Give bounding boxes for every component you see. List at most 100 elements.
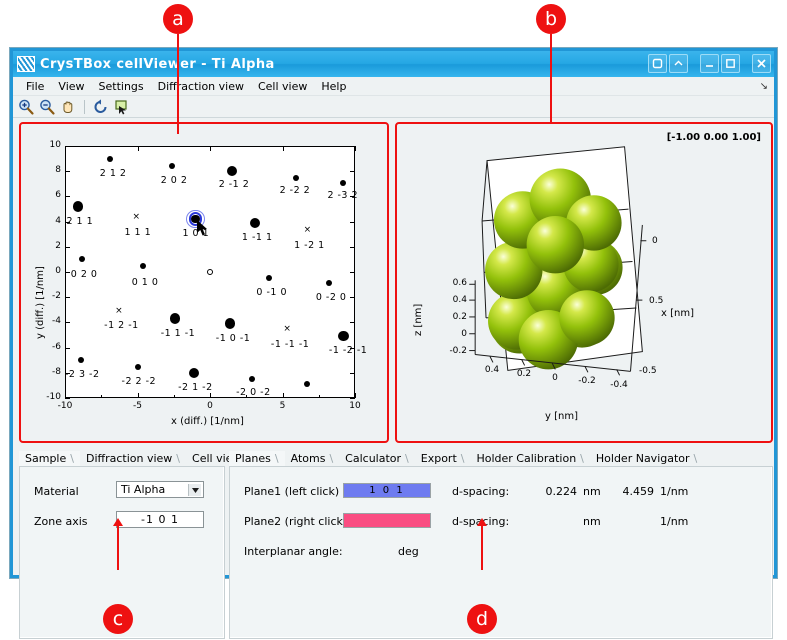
tab-holder-calibration[interactable]: Holder Calibration \ xyxy=(470,451,589,466)
diffraction-x-axis-label: x (diff.) [1/nm] xyxy=(171,416,244,427)
data-cursor-icon[interactable] xyxy=(113,98,131,116)
callout-d: d xyxy=(467,518,497,634)
plane1-dspacing-nm-value: 0.224 xyxy=(545,485,578,498)
y-axis-tick xyxy=(65,196,70,198)
diffraction-xmark: × xyxy=(115,305,123,316)
z-axis-tick-label: -0.2 xyxy=(449,346,467,356)
tab-divider: \ xyxy=(693,452,698,465)
menu-settings[interactable]: Settings xyxy=(92,79,151,94)
y-axis-tick xyxy=(350,322,355,324)
diffraction-spot-label: 0 -2 0 xyxy=(315,292,347,304)
callout-d-stem xyxy=(481,524,483,570)
tab-planes-label: Planes xyxy=(235,452,271,465)
tab-diffraction-view[interactable]: Diffraction view \ xyxy=(80,451,186,466)
menu-help[interactable]: Help xyxy=(314,79,353,94)
plane2-color-swatch[interactable] xyxy=(343,513,431,528)
material-label: Material xyxy=(34,485,79,498)
reset-view-icon[interactable] xyxy=(92,98,110,116)
menu-cell-view[interactable]: Cell view xyxy=(251,79,314,94)
tab-planes[interactable]: Planes \ xyxy=(229,451,285,466)
minimize-button[interactable] xyxy=(700,54,719,73)
y-axis-tick-label: 0 xyxy=(55,266,61,276)
rollup-button[interactable] xyxy=(669,54,688,73)
diffraction-spot-label: -2 0 -2 xyxy=(236,386,271,398)
window-controls xyxy=(648,54,771,73)
menu-view[interactable]: View xyxy=(51,79,91,94)
left-tabstrip: Sample\ Diffraction view\ Cell view\ xyxy=(19,449,249,466)
diffraction-spot xyxy=(249,217,261,229)
zone-axis-input[interactable]: -1 0 1 xyxy=(116,511,204,528)
x-axis-tick xyxy=(137,146,139,151)
y-axis-tick xyxy=(65,322,70,324)
tab-divider: \ xyxy=(405,452,409,465)
y-axis-tick xyxy=(350,398,355,399)
tab-divider: \ xyxy=(329,452,334,465)
tab-sample-label: Sample xyxy=(25,452,67,465)
y-axis-tick xyxy=(350,372,355,374)
diffraction-spot-label: -1 1 -1 xyxy=(160,327,196,339)
y-axis-tick-label: 8 xyxy=(55,165,61,176)
callout-b: b xyxy=(536,4,566,122)
tab-atoms-label: Atoms xyxy=(290,452,326,465)
x-axis-tick-label: -5 xyxy=(133,401,142,411)
menu-diffraction-view[interactable]: Diffraction view xyxy=(151,79,251,94)
zoom-in-icon[interactable] xyxy=(17,98,35,116)
y-axis-tick-label: -2 xyxy=(52,291,61,302)
pan-hand-icon[interactable] xyxy=(59,98,77,116)
plane1-color-swatch[interactable]: 1 0 1 xyxy=(343,483,431,498)
tab-divider: \ xyxy=(460,452,465,465)
plane1-dspacing-inv-unit: 1/nm xyxy=(660,485,689,498)
application-window: CrysTBox cellViewer - Ti Alpha File View… xyxy=(10,48,777,639)
maximize-button[interactable] xyxy=(721,54,740,73)
callout-c: c xyxy=(103,518,133,634)
z-axis-label: z [nm] xyxy=(413,303,424,336)
material-dropdown[interactable]: Ti Alpha xyxy=(116,481,204,498)
tool-bar xyxy=(13,96,774,118)
tab-holder-calibration-label: Holder Calibration xyxy=(476,452,577,465)
shade-button[interactable] xyxy=(648,54,667,73)
tab-export[interactable]: Export \ xyxy=(415,451,471,466)
y-axis-label: y [nm] xyxy=(545,411,578,422)
y-axis-tick-label: 2 xyxy=(55,240,61,251)
y-axis-tick xyxy=(65,246,70,248)
material-value: Ti Alpha xyxy=(121,483,166,496)
y-axis-tick-label: -6 xyxy=(52,341,61,352)
diffraction-spot-label: -1 -1 -1 xyxy=(270,339,310,351)
z-axis-tick-label: 0.4 xyxy=(452,295,467,305)
y-axis-tick xyxy=(350,297,355,299)
window-title: CrysTBox cellViewer - Ti Alpha xyxy=(40,56,275,72)
diffraction-spot-label: 1 1 1 xyxy=(124,226,152,238)
callout-b-stem xyxy=(550,34,552,122)
title-bar: CrysTBox cellViewer - Ti Alpha xyxy=(13,51,774,77)
diffraction-spot-label: -2 3 -2 xyxy=(65,369,100,381)
menu-overflow-icon[interactable]: ↘ xyxy=(760,81,768,92)
diffraction-spot-label: 0 2 0 xyxy=(70,268,98,280)
tab-atoms[interactable]: Atoms \ xyxy=(285,451,340,466)
chevron-down-icon[interactable] xyxy=(188,484,201,496)
plane1-dspacing-label: d-spacing: xyxy=(452,485,510,498)
diffraction-spot-label: 2 1 2 xyxy=(99,167,127,179)
tab-calculator[interactable]: Calculator \ xyxy=(339,451,415,466)
menu-bar: File View Settings Diffraction view Cell… xyxy=(13,77,774,96)
x-axis-label: x [nm] xyxy=(661,308,694,319)
plane1-dspacing-inv-value: 4.459 xyxy=(622,485,655,498)
tab-holder-navigator[interactable]: Holder Navigator \ xyxy=(590,451,703,466)
callout-c-stem xyxy=(117,524,119,570)
menu-file[interactable]: File xyxy=(19,79,51,94)
y-axis-tick-label: 4 xyxy=(55,215,61,226)
zoom-out-icon[interactable] xyxy=(38,98,56,116)
tab-divider: \ xyxy=(580,452,584,465)
x-axis-minor-tick xyxy=(318,395,320,398)
tab-sample[interactable]: Sample \ xyxy=(19,451,80,466)
y-axis-tick xyxy=(65,347,70,349)
diffraction-spot-label: -2 2 -2 xyxy=(121,375,157,387)
diffraction-xmark: × xyxy=(283,324,291,335)
tab-calculator-label: Calculator xyxy=(345,452,402,465)
tab-export-label: Export xyxy=(420,452,457,465)
y-axis-tick-label: -0.4 xyxy=(610,380,628,390)
close-button[interactable] xyxy=(752,54,771,73)
x-axis-tick xyxy=(282,393,284,398)
cell-view-panel[interactable]: [-1.00 0.00 1.00] 0.6 0.4 0.2 0 -0.2 z [… xyxy=(395,122,773,443)
plane2-dspacing-nm-unit: nm xyxy=(583,515,601,528)
diffraction-view-panel[interactable]: x (diff.) [1/nm] y (diff.) [1/nm] -10 -8-… xyxy=(19,122,389,443)
